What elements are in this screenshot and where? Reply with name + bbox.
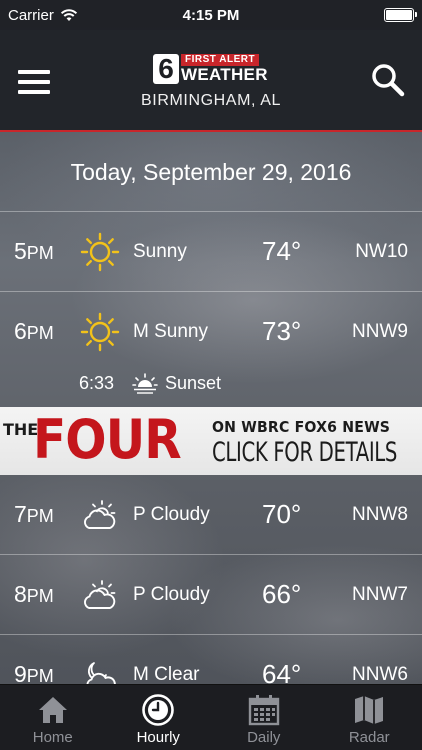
tab-hourly[interactable]: Hourly xyxy=(106,685,212,750)
status-time: 4:15 PM xyxy=(182,6,240,24)
condition-label: P Cloudy xyxy=(133,504,210,525)
logo-title: WEATHER xyxy=(181,65,268,84)
home-icon xyxy=(38,697,67,723)
sun-icon xyxy=(80,312,120,352)
temperature-label: 66° xyxy=(262,579,302,609)
temperature-label: 74° xyxy=(262,236,302,266)
ad-four-text: FOUR xyxy=(33,408,182,471)
condition-label: P Cloudy xyxy=(133,584,210,605)
sun-icon xyxy=(80,232,120,272)
battery-icon xyxy=(384,8,417,22)
map-icon xyxy=(355,696,384,724)
tab-home[interactable]: Home xyxy=(0,685,106,750)
app-header: 6 FIRST ALERT WEATHER BIRMINGHAM, AL xyxy=(0,30,422,132)
hour-ampm: PM xyxy=(26,243,54,263)
tab-radar[interactable]: Radar xyxy=(317,685,422,750)
logo-number: 6 xyxy=(153,54,179,84)
sunset-row: 6:33 Sunset xyxy=(0,363,422,407)
partly-cloudy-icon xyxy=(84,500,116,529)
tab-daily-label: Daily xyxy=(247,729,281,746)
hour-time: 5PM xyxy=(14,238,54,265)
sunset-icon xyxy=(132,373,158,394)
tab-home-label: Home xyxy=(32,729,73,746)
condition-label: M Clear xyxy=(133,664,200,685)
hour-time: 7PM xyxy=(14,501,54,528)
hour-number: 8 xyxy=(14,581,27,607)
ad-channel-text: ON WBRC FOX6 NEWS xyxy=(212,418,391,436)
date-header: Today, September 29, 2016 xyxy=(0,134,422,212)
hour-ampm: PM xyxy=(26,586,54,606)
hour-number: 7 xyxy=(14,501,27,527)
sunset-label: Sunset xyxy=(165,373,222,393)
hour-time: 8PM xyxy=(14,581,54,608)
temperature-label: 73° xyxy=(262,316,302,346)
tab-hourly-label: Hourly xyxy=(136,729,180,746)
wind-label: NNW8 xyxy=(352,504,408,525)
location-label: BIRMINGHAM, AL xyxy=(141,92,281,109)
tab-radar-label: Radar xyxy=(348,729,390,746)
ad-banner[interactable]: THE FOUR ON WBRC FOX6 NEWS CLICK FOR DET… xyxy=(0,407,422,475)
condition-label: M Sunny xyxy=(133,321,208,342)
first-alert-weather-logo: 6 FIRST ALERT WEATHER xyxy=(153,54,271,84)
calendar-icon xyxy=(248,695,279,726)
temperature-label: 70° xyxy=(262,499,302,529)
hour-time: 6PM xyxy=(14,318,54,345)
hour-row: 5PM Sunny 74° NW10 xyxy=(0,212,422,292)
clock-icon xyxy=(142,694,175,726)
hamburger-line xyxy=(18,80,50,84)
bottom-tab-bar: Home Hourly Daily Radar xyxy=(0,684,422,750)
hour-row: 8PM P Cloudy 66° NNW7 xyxy=(0,555,422,635)
ad-cta-text: CLICK FOR DETAILS xyxy=(212,437,398,468)
hour-number: 6 xyxy=(14,318,27,344)
wind-label: NNW6 xyxy=(352,664,408,685)
hour-ampm: PM xyxy=(26,506,54,526)
date-label: Today, September 29, 2016 xyxy=(70,159,352,185)
status-bar: Carrier 4:15 PM xyxy=(0,0,422,30)
wind-label: NNW9 xyxy=(352,321,408,342)
hour-number: 5 xyxy=(14,238,27,264)
tab-daily[interactable]: Daily xyxy=(211,685,317,750)
partly-cloudy-icon xyxy=(84,580,116,609)
wind-label: NW10 xyxy=(355,241,408,262)
search-icon[interactable] xyxy=(370,62,406,98)
wind-label: NNW7 xyxy=(352,584,408,605)
hamburger-menu-icon xyxy=(18,70,50,74)
hour-row: 7PM P Cloudy 70° NNW8 xyxy=(0,475,422,555)
menu-button[interactable] xyxy=(18,70,50,94)
battery-level xyxy=(386,10,412,20)
condition-label: Sunny xyxy=(133,241,187,262)
hour-ampm: PM xyxy=(26,666,54,686)
hour-ampm: PM xyxy=(26,323,54,343)
sunset-time: 6:33 xyxy=(79,373,115,393)
